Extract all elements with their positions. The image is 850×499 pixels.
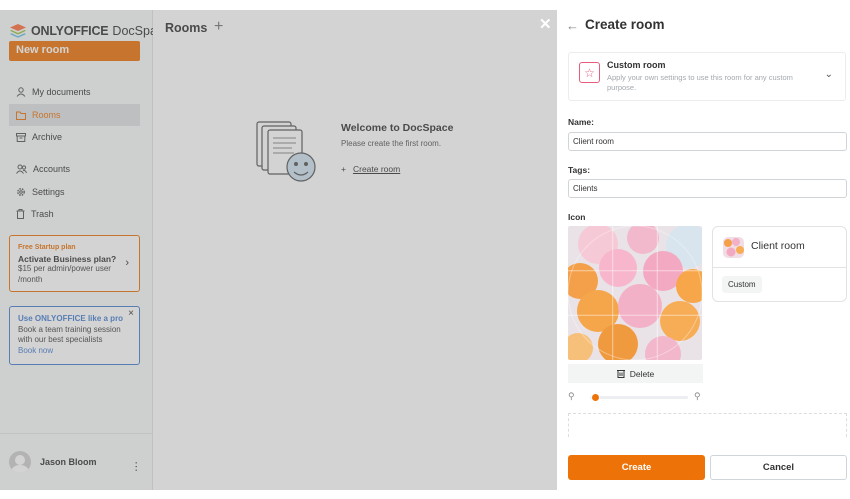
room-type-name: Custom room bbox=[607, 60, 666, 70]
icon-crop-area[interactable] bbox=[568, 226, 702, 360]
create-room-panel: ← Create room ☆ Custom room Apply your o… bbox=[557, 10, 850, 490]
chevron-down-icon[interactable]: ⌄ bbox=[825, 69, 833, 80]
balloons-thumbnail-image bbox=[723, 237, 744, 258]
zoom-track[interactable] bbox=[590, 396, 688, 399]
top-strip bbox=[0, 0, 850, 10]
trash-icon bbox=[616, 370, 625, 378]
room-type-description: Apply your own settings to use this room… bbox=[607, 73, 793, 92]
modal-backdrop[interactable] bbox=[0, 10, 557, 490]
panel-title: Create room bbox=[585, 17, 665, 32]
zoom-in-icon[interactable]: ⚲ bbox=[694, 391, 701, 402]
name-input[interactable]: Client room bbox=[568, 132, 847, 151]
create-button[interactable]: Create bbox=[568, 455, 705, 480]
room-type-selector[interactable]: ☆ Custom room Apply your own settings to… bbox=[568, 52, 846, 101]
tags-label: Tags: bbox=[568, 165, 591, 175]
preview-room-name: Client room bbox=[751, 240, 805, 252]
zoom-thumb[interactable] bbox=[590, 393, 600, 402]
close-panel-icon[interactable]: ✕ bbox=[539, 15, 552, 33]
dashed-drop-area bbox=[568, 413, 847, 437]
zoom-slider[interactable]: ⚲ ⚲ bbox=[568, 391, 703, 403]
preview-thumbnail bbox=[723, 237, 744, 258]
star-icon: ☆ bbox=[579, 62, 600, 83]
balloons-image bbox=[568, 226, 702, 360]
cancel-button[interactable]: Cancel bbox=[710, 455, 847, 480]
back-arrow-icon[interactable]: ← bbox=[566, 18, 579, 33]
room-preview-card: Client room Custom bbox=[712, 226, 847, 302]
icon-label: Icon bbox=[568, 212, 586, 222]
delete-icon-button[interactable]: Delete bbox=[568, 364, 703, 383]
zoom-out-icon[interactable]: ⚲ bbox=[568, 391, 575, 402]
preview-header: Client room bbox=[713, 227, 846, 268]
bottom-strip bbox=[0, 490, 850, 499]
delete-label: Delete bbox=[629, 368, 655, 379]
preview-tag: Custom bbox=[722, 276, 762, 293]
name-label: Name: bbox=[568, 117, 594, 127]
tags-input[interactable]: Clients bbox=[568, 179, 847, 198]
app: ONLYOFFICE DocSpace New room My document… bbox=[0, 0, 850, 499]
